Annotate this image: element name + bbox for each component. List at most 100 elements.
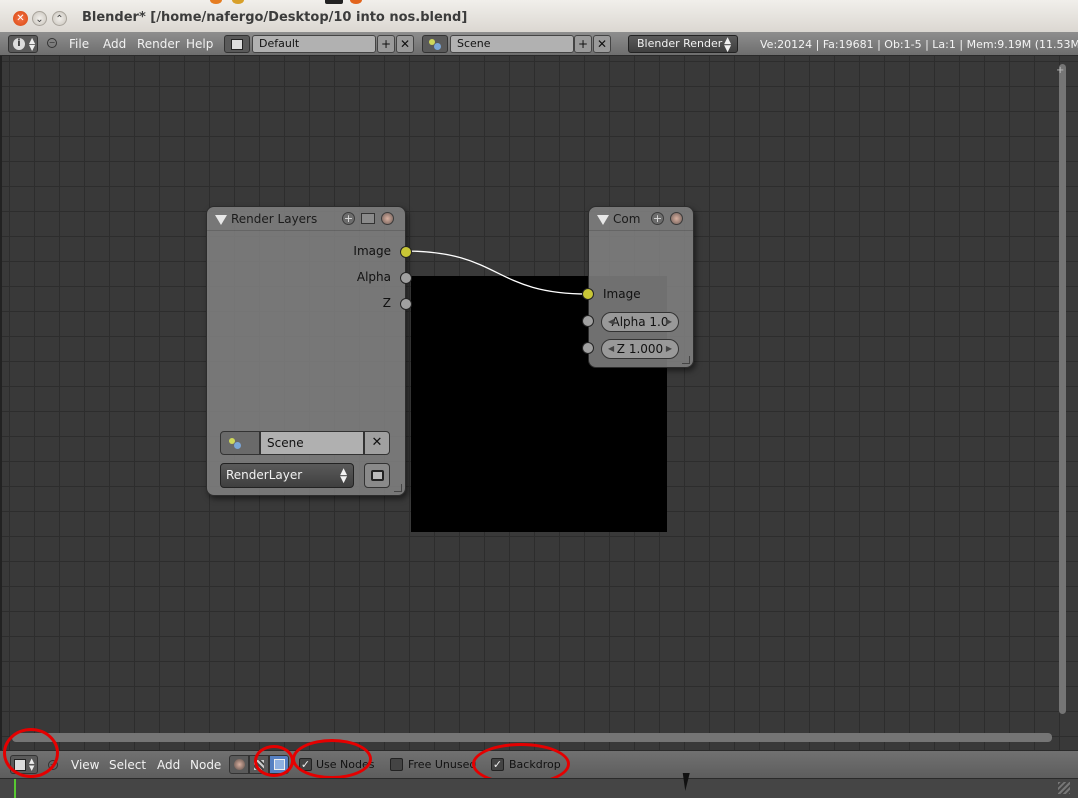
scene-stats: Ve:20124 | Fa:19681 | Ob:1-5 | La:1 | Me… [760, 38, 1078, 51]
horizontal-scrollbar[interactable] [12, 733, 1052, 742]
output-socket-image[interactable] [400, 246, 412, 258]
compositing-icon [274, 759, 285, 770]
close-icon: ✕ [371, 435, 383, 450]
scene-selector[interactable]: Scene ✕ [220, 431, 390, 455]
collapse-menu-icon[interactable]: − [48, 760, 58, 770]
window-minimize-button[interactable]: ⌄ [32, 11, 47, 26]
backdrop-checkbox[interactable]: ✓ [491, 758, 504, 771]
screen-delete-button[interactable]: ✕ [396, 35, 414, 53]
render-layers-node[interactable]: Render Layers + Image Alpha Z Scene ✕ Re… [206, 206, 412, 496]
plus-icon: + [380, 37, 392, 51]
updown-arrows-icon: ▲ ▼ [340, 467, 347, 485]
render-engine-dropdown[interactable]: Blender Render ▲ ▼ [628, 35, 738, 54]
increment-arrow-icon[interactable]: ▶ [666, 313, 672, 331]
node-editor-area[interactable]: + Render Layers + Image Alpha Z Scene ✕ … [0, 56, 1078, 750]
window-title: Blender* [/home/nafergo/Desktop/10 into … [82, 10, 468, 25]
menu-select[interactable]: Select [109, 758, 146, 772]
collapse-menu-icon[interactable]: − [47, 38, 57, 48]
render-engine-label: Blender Render [637, 37, 723, 50]
node-options-icon[interactable] [361, 213, 375, 224]
screen-layout-field[interactable]: Default [252, 35, 376, 53]
increment-arrow-icon[interactable]: ▶ [666, 340, 672, 358]
output-socket-z[interactable] [400, 298, 412, 310]
render-layer-dropdown[interactable]: RenderLayer ▲ ▼ [220, 463, 354, 488]
material-sphere-icon [234, 759, 245, 770]
compositing-tree-button[interactable] [269, 755, 289, 774]
texture-icon [254, 760, 264, 770]
editor-type-selector[interactable]: i ▲ ▼ [8, 35, 38, 53]
window-titlebar: ✕ ⌄ ⌃ Blender* [/home/nafergo/Desktop/10… [0, 0, 1078, 36]
alpha-value-label: Alpha 1.0 [611, 315, 669, 329]
screen-layout-icon-button[interactable] [224, 35, 250, 53]
output-label-z: Z [382, 296, 391, 310]
node-resize-handle[interactable] [682, 356, 690, 364]
menu-file[interactable]: File [69, 37, 89, 51]
scene-delete-button[interactable]: ✕ [593, 35, 611, 53]
updown-arrows-icon: ▲ ▼ [29, 36, 36, 52]
updown-arrows-icon: ▲ ▼ [29, 757, 35, 772]
editor-type-selector[interactable]: ▲ ▼ [10, 755, 38, 774]
alpha-value-field[interactable]: ◀ Alpha 1.0 ▶ [601, 312, 679, 332]
z-value-field[interactable]: ◀ Z 1.000 ▶ [601, 339, 679, 359]
scene-unlink-button[interactable]: ✕ [364, 431, 390, 455]
window-maximize-button[interactable]: ⌃ [52, 11, 67, 26]
area-split-icon[interactable]: + [1056, 66, 1066, 76]
shader-tree-button[interactable] [229, 755, 249, 774]
info-icon: i [13, 38, 25, 50]
composite-node[interactable]: Com + Image ◀ Alpha 1.0 ▶ ◀ Z 1.000 ▶ [582, 206, 694, 368]
decrement-arrow-icon[interactable]: ◀ [608, 313, 614, 331]
scene-icon [429, 39, 441, 51]
menu-add[interactable]: Add [103, 37, 126, 51]
close-icon: ✕ [596, 37, 608, 51]
scene-icon [220, 431, 260, 455]
node-title: Com [613, 212, 641, 226]
input-socket-alpha[interactable] [582, 315, 594, 327]
screen-layout-icon [231, 39, 243, 50]
menu-view[interactable]: View [71, 758, 99, 772]
timeline-strip[interactable] [0, 778, 1078, 798]
top-panel-strip [0, 0, 1078, 4]
input-socket-image[interactable] [582, 288, 594, 300]
window-close-button[interactable]: ✕ [13, 11, 28, 26]
render-button[interactable] [364, 463, 390, 488]
screen-add-button[interactable]: + [377, 35, 395, 53]
input-label-image: Image [603, 287, 641, 301]
collapse-triangle-icon[interactable] [215, 215, 227, 225]
timeline-frame-cursor[interactable] [14, 779, 16, 798]
input-socket-z[interactable] [582, 342, 594, 354]
node-preview-sphere-icon[interactable] [381, 212, 394, 225]
node-header[interactable]: Com + [589, 207, 693, 231]
menu-help[interactable]: Help [186, 37, 213, 51]
node-add-icon[interactable]: + [651, 212, 664, 225]
scene-icon-button[interactable] [422, 35, 448, 53]
node-preview-sphere-icon[interactable] [670, 212, 683, 225]
z-value-label: Z 1.000 [616, 342, 664, 356]
render-layer-label: RenderLayer [226, 468, 303, 482]
node-add-icon[interactable]: + [342, 212, 355, 225]
texture-tree-button[interactable] [249, 755, 269, 774]
node-editor-icon [14, 759, 26, 771]
node-resize-handle[interactable] [394, 484, 402, 492]
tree-type-selector[interactable] [229, 755, 289, 774]
updown-arrows-icon: ▲ ▼ [724, 36, 731, 54]
use-nodes-checkbox[interactable]: ✓ [299, 758, 312, 771]
node-title: Render Layers [231, 212, 318, 226]
menu-render[interactable]: Render [137, 37, 180, 51]
render-camera-icon [371, 470, 384, 481]
scene-field[interactable]: Scene [450, 35, 574, 53]
free-unused-checkbox[interactable] [390, 758, 403, 771]
area-corner-icon[interactable] [1058, 782, 1070, 794]
menu-node[interactable]: Node [190, 758, 221, 772]
info-header: i ▲ ▼ − File Add Render Help Default + ✕ … [0, 32, 1078, 56]
scene-add-button[interactable]: + [574, 35, 592, 53]
output-socket-alpha[interactable] [400, 272, 412, 284]
vertical-scrollbar[interactable] [1059, 64, 1066, 714]
backdrop-label: Backdrop [509, 758, 561, 771]
node-header[interactable]: Render Layers + [207, 207, 405, 231]
collapse-triangle-icon[interactable] [597, 215, 609, 225]
output-label-alpha: Alpha [356, 270, 391, 284]
decrement-arrow-icon[interactable]: ◀ [608, 340, 614, 358]
menu-add[interactable]: Add [157, 758, 180, 772]
scene-field[interactable]: Scene [260, 431, 364, 455]
free-unused-label: Free Unused [408, 758, 477, 771]
